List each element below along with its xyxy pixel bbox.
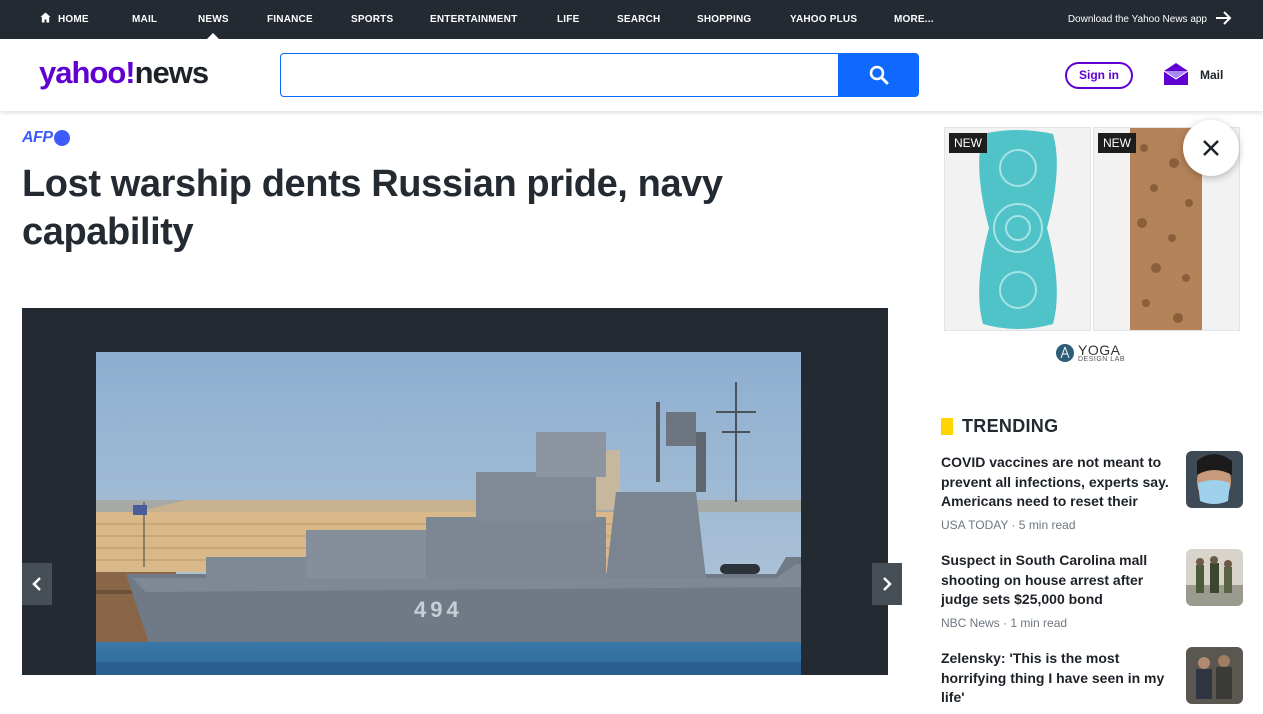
trending-accent-bar	[941, 417, 953, 435]
afp-source-logo[interactable]: AFP	[22, 128, 70, 148]
ad-brand-name: YOGA	[1078, 341, 1121, 358]
home-icon	[40, 12, 51, 23]
nav-shopping[interactable]: SHOPPING	[697, 0, 751, 39]
trending-item[interactable]: COVID vaccines are not meant to prevent …	[941, 451, 1243, 532]
nav-life[interactable]: LIFE	[557, 0, 579, 39]
trending-item-title[interactable]: COVID vaccines are not meant to prevent …	[941, 453, 1169, 512]
search-icon	[869, 65, 888, 85]
nav-entertainment[interactable]: ENTERTAINMENT	[430, 0, 517, 39]
sign-in-button[interactable]: Sign in	[1065, 62, 1133, 89]
nav-yahoo-plus[interactable]: YAHOO PLUS	[790, 0, 857, 39]
nav-home-label: HOME	[58, 14, 89, 25]
arrow-right-icon	[1216, 11, 1232, 26]
yoga-mat-teal-image	[945, 128, 1090, 330]
trending-item-meta: USA TODAY · 5 min read	[941, 518, 1076, 532]
nav-search[interactable]: SEARCH	[617, 0, 660, 39]
site-header: yahoo!news Sign in Mail	[0, 39, 1263, 111]
nav-finance[interactable]: FINANCE	[267, 0, 313, 39]
yoga-brand-icon	[1056, 344, 1074, 362]
nav-mail[interactable]: MAIL	[132, 0, 157, 39]
trending-item-title[interactable]: Suspect in South Carolina mall shooting …	[941, 551, 1169, 610]
nav-home[interactable]: HOME	[40, 0, 89, 39]
close-icon	[1203, 140, 1219, 156]
warship-photo[interactable]: 494	[96, 352, 801, 675]
ad-brand-logo[interactable]: YOGA DESIGN LAB	[1055, 341, 1125, 365]
new-badge: NEW	[949, 133, 987, 153]
article-headline: Lost warship dents Russian pride, navy c…	[22, 163, 723, 253]
warship-illustration: 494	[96, 352, 801, 675]
trending-title: TRENDING	[962, 415, 1059, 436]
logo-yahoo-text: yahoo!	[39, 55, 136, 90]
trending-item[interactable]: Zelensky: 'This is the most horrifying t…	[941, 647, 1243, 714]
nav-more[interactable]: MORE...	[894, 0, 934, 39]
crowd-scene-image	[1186, 647, 1243, 704]
mail-icon[interactable]	[1163, 62, 1189, 86]
search-input[interactable]	[280, 53, 839, 97]
slideshow-next-button[interactable]	[872, 563, 902, 605]
trending-item-thumbnail[interactable]	[1186, 451, 1243, 508]
chevron-right-icon	[883, 577, 892, 591]
ad-close-button[interactable]	[1183, 120, 1239, 176]
trending-item-thumbnail[interactable]	[1186, 647, 1243, 704]
top-nav-bar: HOME MAIL NEWS FINANCE SPORTS ENTERTAINM…	[0, 0, 1263, 39]
masked-person-image	[1186, 451, 1243, 508]
slideshow-prev-button[interactable]	[22, 563, 52, 605]
mall-scene-image	[1186, 549, 1243, 606]
logo-news-text: news	[134, 55, 210, 90]
trending-header: TRENDING	[941, 415, 1058, 437]
yahoo-news-logo[interactable]: yahoo!news	[39, 55, 210, 95]
trending-item-title[interactable]: Zelensky: 'This is the most horrifying t…	[941, 649, 1169, 708]
mail-label[interactable]: Mail	[1200, 68, 1223, 82]
nav-news[interactable]: NEWS	[198, 0, 229, 39]
trending-item[interactable]: Suspect in South Carolina mall shooting …	[941, 549, 1243, 630]
new-badge: NEW	[1098, 133, 1136, 153]
search-button[interactable]	[838, 53, 919, 97]
ship-hull-number: 494	[414, 597, 463, 622]
ad-product-card[interactable]: NEW	[944, 127, 1091, 331]
afp-logo-dot	[53, 130, 70, 146]
afp-logo-text: AFP	[22, 129, 53, 146]
download-app-link[interactable]: Download the Yahoo News app	[1068, 0, 1233, 39]
download-app-label: Download the Yahoo News app	[1067, 14, 1207, 25]
ad-brand-sub: DESIGN LAB	[1078, 355, 1126, 363]
chevron-left-icon	[32, 577, 41, 591]
trending-item-meta: NBC News · 1 min read	[941, 615, 1068, 630]
nav-sports[interactable]: SPORTS	[351, 0, 393, 39]
trending-item-thumbnail[interactable]	[1186, 549, 1243, 606]
article-slideshow: 494	[22, 308, 888, 675]
